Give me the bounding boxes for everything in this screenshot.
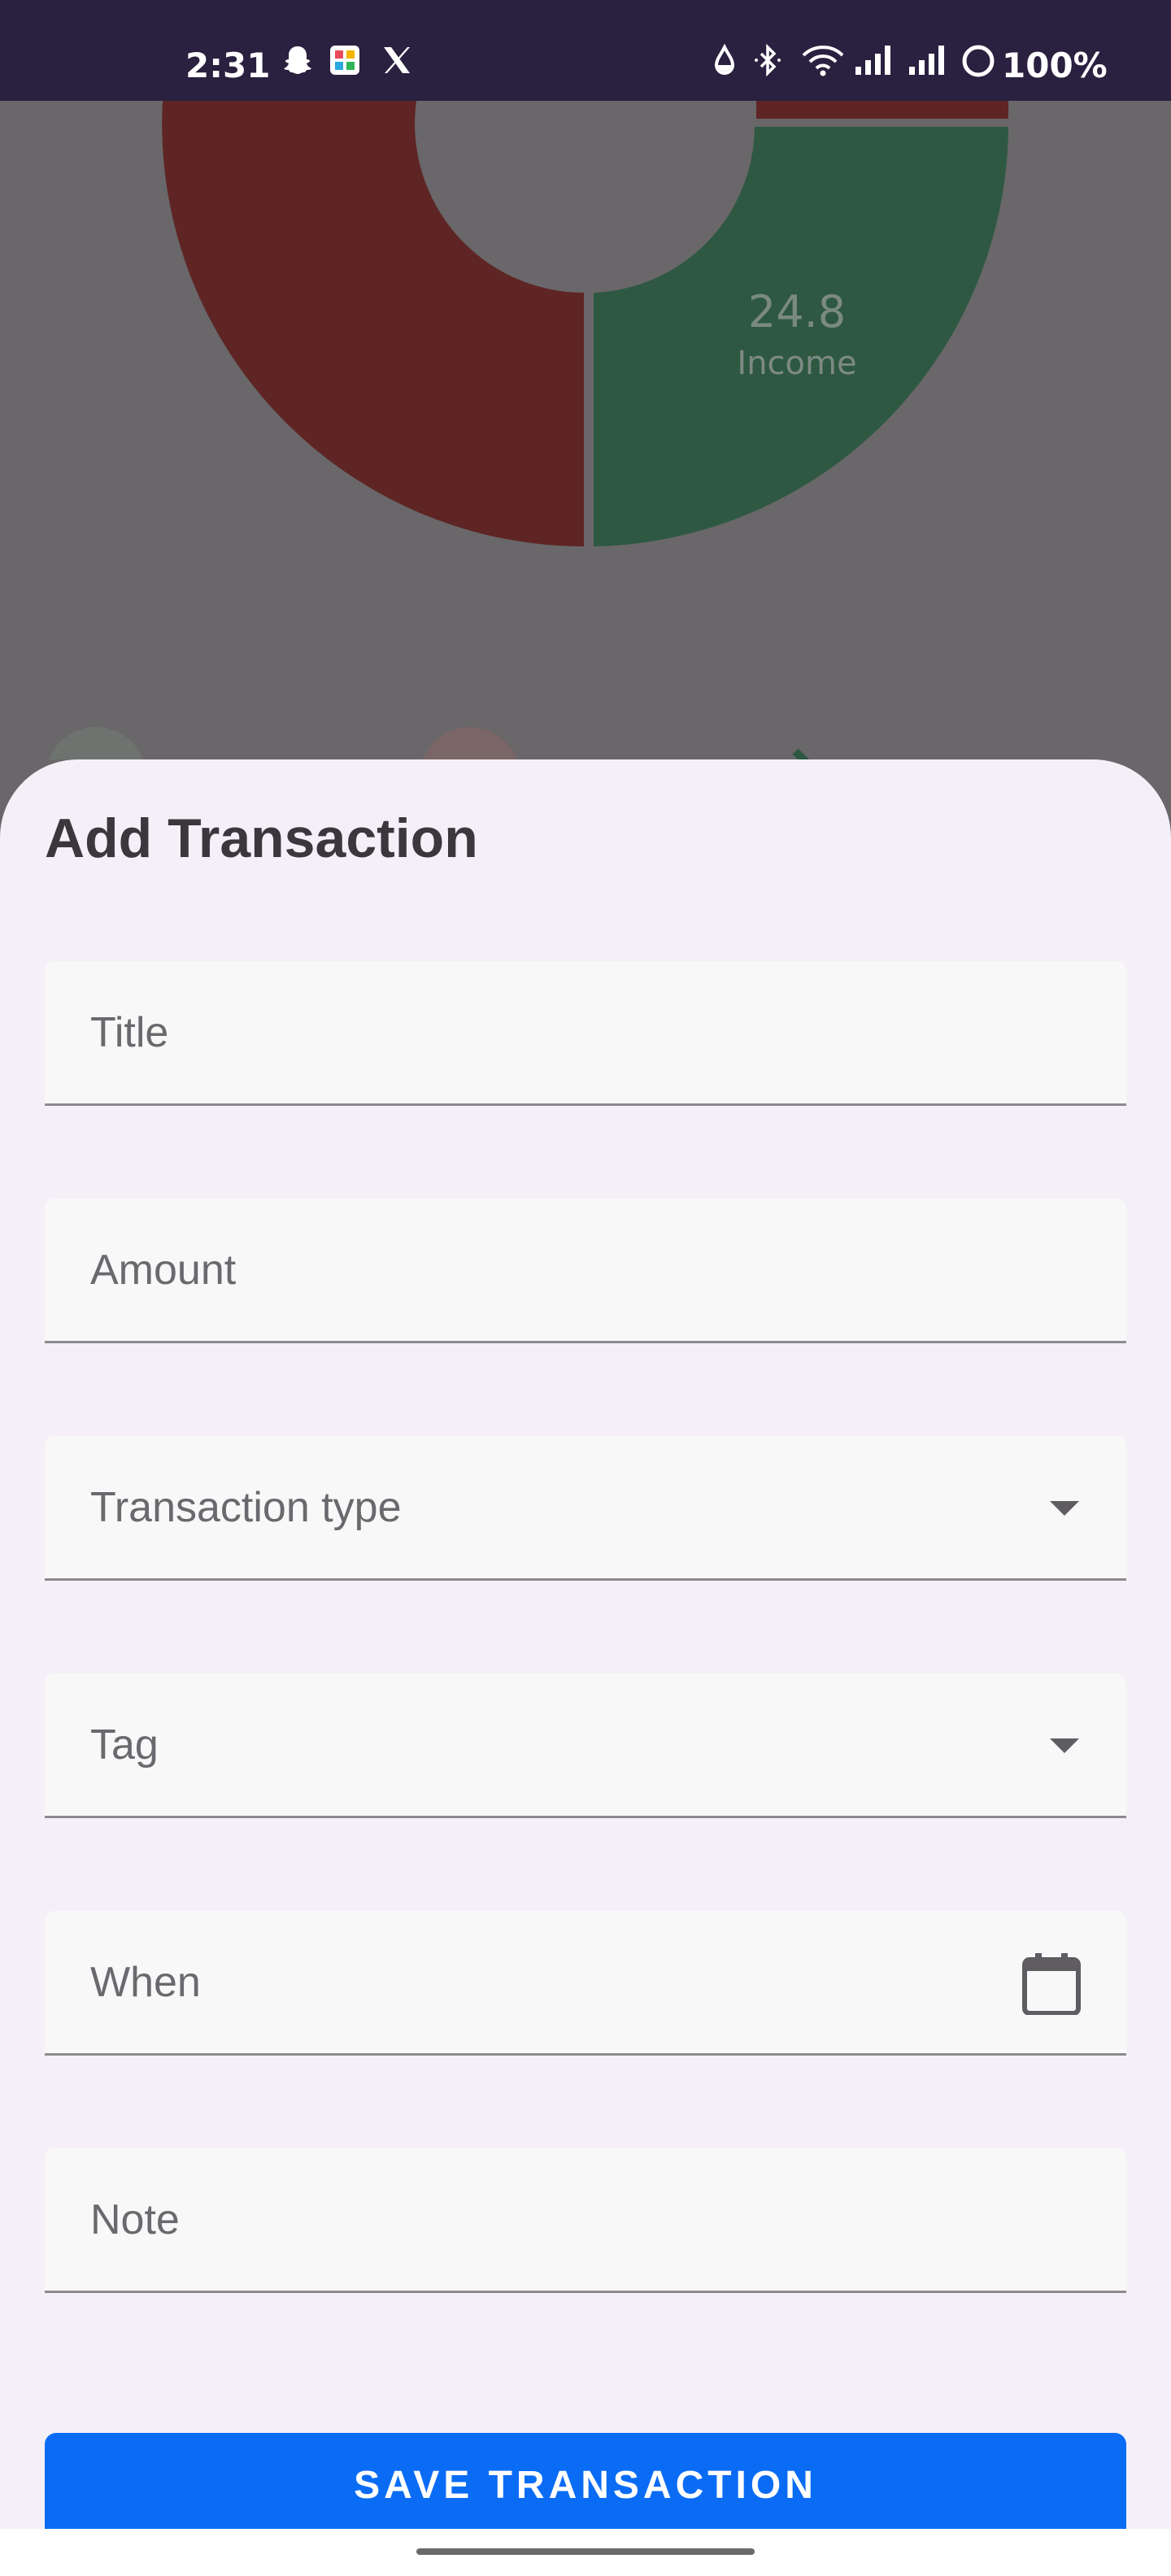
note-field[interactable]: Note — [45, 2148, 1126, 2293]
small-expense-segment — [756, 101, 1008, 119]
navigation-bar — [0, 2529, 1171, 2576]
when-field[interactable]: When — [45, 1911, 1126, 2056]
hidden-fab-left — [49, 727, 143, 759]
dropdown-arrow-icon[interactable] — [1048, 1499, 1081, 1517]
amount-field[interactable]: Amount — [45, 1199, 1126, 1343]
status-bar: 2:31 100% — [0, 0, 1171, 101]
battery-percentage: 100% — [1002, 46, 1108, 85]
signal-icon — [855, 46, 890, 75]
save-transaction-button[interactable]: SAVE TRANSACTION — [45, 2433, 1126, 2529]
calendar-icon[interactable] — [1022, 1952, 1081, 2015]
transaction-type-placeholder: Transaction type — [90, 1484, 402, 1531]
title-placeholder: Title — [90, 1009, 169, 1056]
tag-placeholder: Tag — [90, 1721, 159, 1769]
water-drop-icon — [714, 44, 735, 75]
expense-slice — [162, 101, 585, 546]
income-slice-value: 24.8 — [747, 286, 847, 337]
background-chart-area: 24.8 Income — [0, 101, 1171, 759]
donut-chart — [49, 101, 1008, 759]
add-transaction-sheet: Add Transaction Title Amount Transaction… — [0, 759, 1171, 2529]
hidden-fab-center — [423, 727, 517, 759]
income-slice-label: Income — [737, 345, 857, 382]
hidden-chevron-icon — [792, 748, 810, 759]
app-grid-icon — [330, 46, 359, 75]
snapchat-icon — [284, 46, 311, 74]
amount-placeholder: Amount — [90, 1247, 237, 1294]
tag-dropdown[interactable]: Tag — [45, 1673, 1126, 1818]
status-time: 2:31 — [185, 46, 271, 85]
title-field[interactable]: Title — [45, 961, 1126, 1106]
gesture-handle[interactable] — [416, 2548, 755, 2555]
wifi-icon — [802, 46, 844, 76]
x-icon — [384, 47, 410, 73]
bluetooth-icon — [755, 44, 781, 76]
when-placeholder: When — [90, 1959, 201, 2006]
note-placeholder: Note — [90, 2196, 180, 2243]
transaction-type-dropdown[interactable]: Transaction type — [45, 1436, 1126, 1581]
dropdown-arrow-icon[interactable] — [1048, 1737, 1081, 1755]
battery-icon — [962, 45, 995, 77]
signal-icon — [909, 46, 944, 75]
sheet-title: Add Transaction — [45, 807, 478, 869]
